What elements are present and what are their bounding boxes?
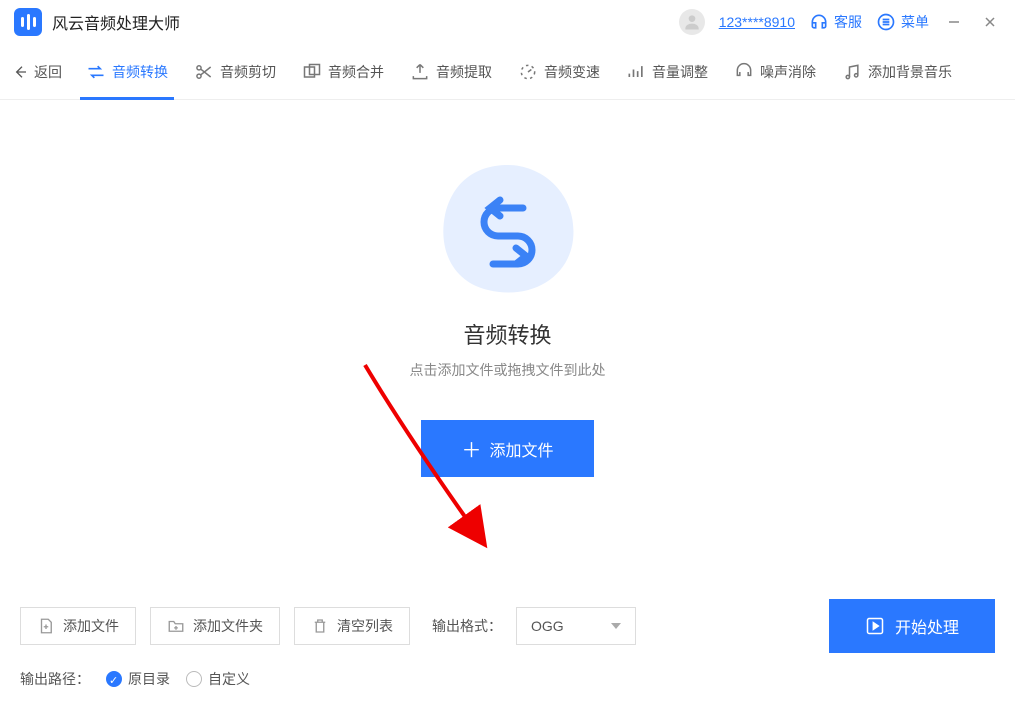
tab-label: 音频转换 <box>112 62 168 82</box>
volume-bars-icon <box>626 62 646 82</box>
radio-unchecked-icon <box>186 671 202 687</box>
clear-list-button[interactable]: 清空列表 <box>294 607 410 645</box>
app-logo <box>14 8 42 36</box>
tab-label: 音频提取 <box>436 62 492 82</box>
tab-audio-extract[interactable]: 音频提取 <box>408 44 494 100</box>
tab-label: 音频剪切 <box>220 62 276 82</box>
add-file-main-button[interactable]: ＋ 添加文件 <box>421 420 593 477</box>
tab-label: 添加背景音乐 <box>868 62 952 82</box>
start-btn-label: 开始处理 <box>895 614 959 638</box>
output-format-value: OGG <box>531 618 564 634</box>
support-button[interactable]: 客服 <box>809 12 862 32</box>
scissors-icon <box>194 62 214 82</box>
file-plus-icon <box>37 617 55 635</box>
add-folder-btn-label: 添加文件夹 <box>193 616 263 636</box>
add-file-button[interactable]: 添加文件 <box>20 607 136 645</box>
menu-list-icon <box>876 12 896 32</box>
close-icon <box>983 15 997 29</box>
trash-icon <box>311 617 329 635</box>
tab-audio-cut[interactable]: 音频剪切 <box>192 44 278 100</box>
blob-illustration <box>433 160 583 300</box>
extract-icon <box>410 62 430 82</box>
user-avatar[interactable] <box>679 9 705 35</box>
title-bar: 风云音频处理大师 123****8910 客服 菜单 <box>0 0 1015 44</box>
add-file-label: 添加文件 <box>489 437 553 461</box>
radio-checked-icon <box>106 671 122 687</box>
output-format-select[interactable]: OGG <box>516 607 636 645</box>
center-title: 音频转换 <box>463 318 551 350</box>
chevron-down-icon <box>611 623 621 629</box>
tab-volume-adjust[interactable]: 音量调整 <box>624 44 710 100</box>
add-folder-button[interactable]: 添加文件夹 <box>150 607 280 645</box>
tab-audio-convert[interactable]: 音频转换 <box>84 44 170 100</box>
minimize-button[interactable] <box>943 11 965 33</box>
add-file-btn-label: 添加文件 <box>63 616 119 636</box>
radio-custom-dir[interactable]: 自定义 <box>186 669 250 689</box>
radio-original-label: 原目录 <box>128 669 170 689</box>
start-process-button[interactable]: 开始处理 <box>829 599 995 653</box>
support-label: 客服 <box>834 12 862 32</box>
output-format-label: 输出格式： <box>432 616 502 636</box>
arrow-left-icon <box>12 64 28 80</box>
tab-label: 音频变速 <box>544 62 600 82</box>
menu-button[interactable]: 菜单 <box>876 12 929 32</box>
logo-bars-icon <box>21 14 36 30</box>
tab-bgm-add[interactable]: 添加背景音乐 <box>840 44 954 100</box>
folder-plus-icon <box>167 617 185 635</box>
nav-tabs: 返回 音频转换 音频剪切 音频合并 音频提取 音频变速 音量调整 <box>0 44 1015 100</box>
close-button[interactable] <box>979 11 1001 33</box>
person-icon <box>682 12 702 32</box>
output-path-label: 输出路径： <box>20 669 90 689</box>
back-label: 返回 <box>34 62 62 82</box>
speed-icon <box>518 62 538 82</box>
minimize-icon <box>947 15 961 29</box>
headset-icon <box>809 12 829 32</box>
noise-icon <box>734 62 754 82</box>
app-title: 风云音频处理大师 <box>52 10 180 34</box>
username-link[interactable]: 123****8910 <box>719 14 795 30</box>
swap-arrows-icon <box>468 190 548 270</box>
tab-label: 音量调整 <box>652 62 708 82</box>
radio-original-dir[interactable]: 原目录 <box>106 669 170 689</box>
back-button[interactable]: 返回 <box>12 62 62 82</box>
center-subtitle: 点击添加文件或拖拽文件到此处 <box>410 360 606 380</box>
convert-icon <box>86 62 106 82</box>
radio-custom-label: 自定义 <box>208 669 250 689</box>
tab-label: 噪声消除 <box>760 62 816 82</box>
tab-audio-merge[interactable]: 音频合并 <box>300 44 386 100</box>
tab-label: 音频合并 <box>328 62 384 82</box>
tab-audio-speed[interactable]: 音频变速 <box>516 44 602 100</box>
play-icon <box>865 616 885 636</box>
clear-btn-label: 清空列表 <box>337 616 393 636</box>
plus-icon: ＋ <box>461 434 481 463</box>
merge-icon <box>302 62 322 82</box>
menu-label: 菜单 <box>901 12 929 32</box>
bottom-panel: 添加文件 添加文件夹 清空列表 输出格式： OGG 开始处理 <box>0 581 1015 707</box>
tab-noise-remove[interactable]: 噪声消除 <box>732 44 818 100</box>
music-note-icon <box>842 62 862 82</box>
drop-zone[interactable]: 音频转换 点击添加文件或拖拽文件到此处 ＋ 添加文件 <box>0 100 1015 537</box>
